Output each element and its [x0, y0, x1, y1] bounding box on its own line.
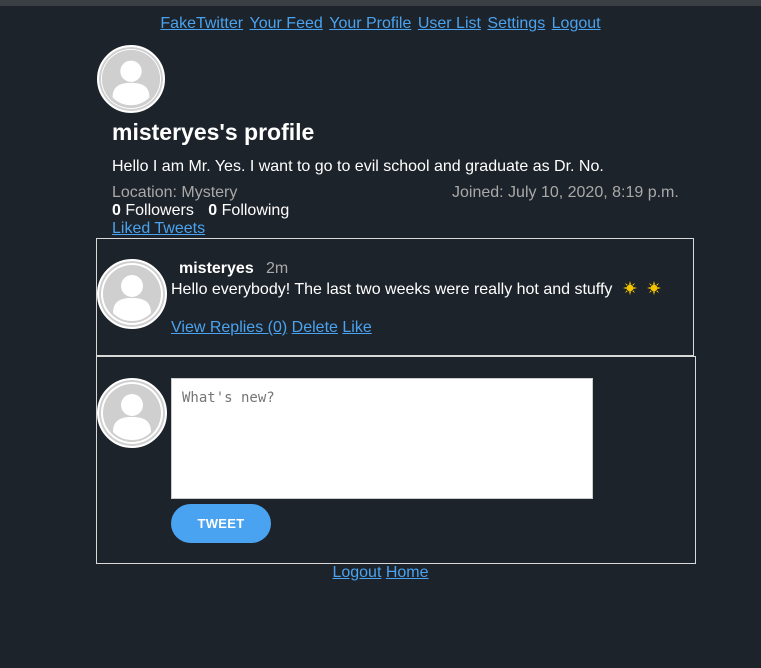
- tweet-text: Hello everybody! The last two weeks were…: [171, 280, 662, 300]
- liked-tweets-link[interactable]: Liked Tweets: [112, 219, 205, 238]
- sun-icon: [622, 281, 637, 295]
- following-label: Following: [221, 202, 290, 219]
- nav-link-your-profile[interactable]: Your Profile: [329, 15, 411, 32]
- footer-logout-link[interactable]: Logout: [332, 564, 381, 581]
- follow-stats: 0 Followers 0 Following: [112, 201, 289, 220]
- tweet-submit-button[interactable]: TWEET: [171, 504, 271, 543]
- tweet-card: misteryes 2m Hello everybody! The last t…: [96, 238, 694, 356]
- profile-joined-date: Joined: July 10, 2020, 8:19 p.m.: [452, 184, 679, 201]
- default-user-icon: [101, 49, 161, 109]
- page-title: misteryes's profile: [112, 119, 315, 145]
- followers-label: Followers: [125, 202, 194, 219]
- default-user-icon: [103, 265, 161, 323]
- profile-avatar: [97, 45, 165, 113]
- footer-nav: Logout Home: [0, 563, 761, 583]
- nav-brand-link[interactable]: FakeTwitter: [160, 15, 243, 32]
- tweet-compose-input[interactable]: [171, 378, 593, 499]
- sun-icon: [647, 281, 662, 295]
- followers-count: 0: [112, 202, 121, 219]
- tweet-actions: View Replies (0) Delete Like: [171, 318, 372, 338]
- following-count: 0: [208, 202, 218, 219]
- tweet-author: misteryes: [179, 260, 254, 277]
- tweet-body: Hello everybody! The last two weeks were…: [171, 281, 613, 298]
- nav-link-logout[interactable]: Logout: [552, 15, 601, 32]
- delete-tweet-link[interactable]: Delete: [292, 319, 338, 336]
- compose-avatar: [97, 378, 167, 448]
- tweet-avatar: [97, 259, 167, 329]
- view-replies-link[interactable]: View Replies (0): [171, 319, 287, 336]
- tweet-timestamp: 2m: [266, 260, 289, 277]
- profile-location: Location: Mystery: [112, 184, 238, 201]
- nav-link-your-feed[interactable]: Your Feed: [250, 15, 323, 32]
- profile-bio: Hello I am Mr. Yes. I want to go to evil…: [112, 158, 604, 175]
- top-nav: FakeTwitter Your Feed Your Profile User …: [0, 14, 761, 34]
- nav-link-user-list[interactable]: User List: [418, 15, 481, 32]
- footer-home-link[interactable]: Home: [386, 564, 429, 581]
- default-user-icon: [103, 384, 161, 442]
- nav-link-settings[interactable]: Settings: [487, 15, 545, 32]
- compose-tweet-form: TWEET: [96, 356, 696, 564]
- like-tweet-link[interactable]: Like: [342, 319, 371, 336]
- browser-top-strip: [0, 0, 761, 6]
